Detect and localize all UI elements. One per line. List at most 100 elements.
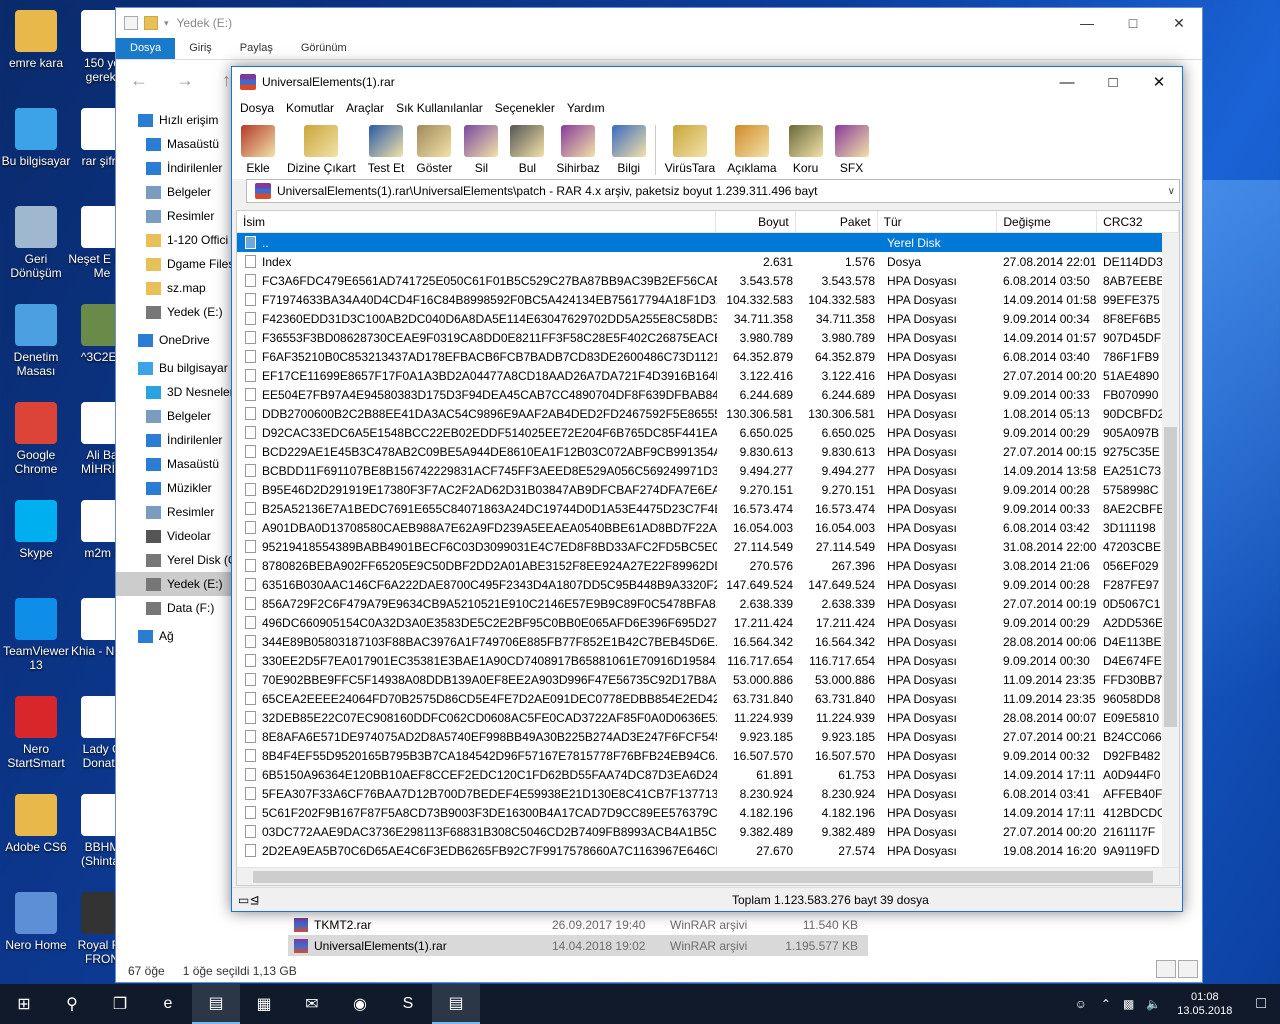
- archive-row[interactable]: 63516B030AAC146CF6A222DAE8700C495F2343D4…: [237, 575, 1179, 594]
- details-view-button[interactable]: [1156, 960, 1176, 978]
- archive-row[interactable]: 330EE2D5F7EA017901EC35381E3BAE1A90CD7408…: [237, 651, 1179, 670]
- nav-item[interactable]: Müzikler: [116, 476, 234, 500]
- taskbar-task-view-button[interactable]: ❐: [96, 984, 144, 1024]
- archive-row[interactable]: A901DBA0D13708580CAEB988A7E62A9FD239A5EE…: [237, 518, 1179, 537]
- archive-row[interactable]: EF17CE11699E8657F17F0A1A3BD2A04477A8CD18…: [237, 366, 1179, 385]
- taskbar-winrar-button[interactable]: ▤: [432, 984, 480, 1024]
- desktop-icon[interactable]: Google Chrome: [0, 402, 72, 476]
- archive-row[interactable]: F6AF35210B0C853213437AD178EFBACB6FCB7BAD…: [237, 347, 1179, 366]
- nav-item[interactable]: OneDrive: [116, 328, 234, 352]
- minimize-button[interactable]: —: [1044, 67, 1090, 97]
- nav-item[interactable]: Yedek (E:): [116, 572, 234, 596]
- archive-row[interactable]: 856A729F2C6F479A79E9634CB9A5210521E910C2…: [237, 594, 1179, 613]
- menu-item[interactable]: Sık Kullanılanlar: [390, 101, 489, 115]
- archive-row[interactable]: 5C61F202F9B167F87F5A8CD73B9003F3DE16300B…: [237, 803, 1179, 822]
- winrar-window[interactable]: UniversalElements(1).rar — □ ✕ Dosya Komu…: [231, 66, 1183, 912]
- archive-row[interactable]: 6B5150A96364E120BB10AEF8CCEF2EDC120C1FD6…: [237, 765, 1179, 784]
- taskbar-mail-button[interactable]: ✉: [288, 984, 336, 1024]
- nav-item[interactable]: Videolar: [116, 524, 234, 548]
- toolbar-button-test[interactable]: Test Et: [365, 125, 408, 175]
- toolbar-button-delete[interactable]: Sil: [461, 125, 501, 175]
- nav-item[interactable]: Belgeler: [116, 404, 234, 428]
- taskbar-edge-button[interactable]: e: [144, 984, 192, 1024]
- toolbar-button-protect[interactable]: Koru: [786, 125, 826, 175]
- menu-item[interactable]: Seçenekler: [489, 101, 561, 115]
- archive-row[interactable]: B95E46D2D291919E17380F3F7AC2F2AD62D31B03…: [237, 480, 1179, 499]
- archive-row[interactable]: 03DC772AAE9DAC3736E298113F68831B308C5046…: [237, 822, 1179, 841]
- nav-item[interactable]: Dgame Files: [116, 252, 234, 276]
- drive-key-icon[interactable]: ▭⊴: [232, 893, 292, 907]
- nav-item[interactable]: Data (F:): [116, 596, 234, 620]
- nav-item[interactable]: Hızlı erişim: [116, 108, 234, 132]
- archive-row[interactable]: BCBDD11F691107BE8B156742229831ACF745FF3A…: [237, 461, 1179, 480]
- taskbar-store-button[interactable]: ▦: [240, 984, 288, 1024]
- nav-item[interactable]: Yedek (E:): [116, 300, 234, 324]
- close-button[interactable]: ✕: [1156, 8, 1202, 38]
- volume-icon[interactable]: 🔈: [1140, 997, 1167, 1011]
- archive-row[interactable]: 8B4F4EF55D9520165B795B3B7CA184542D96F571…: [237, 746, 1179, 765]
- menu-item[interactable]: Araçlar: [340, 101, 390, 115]
- ribbon-tab[interactable]: Dosya: [116, 38, 176, 59]
- archive-row[interactable]: 32DEB85E22C07EC908160DDFC062CD0608AC5FE0…: [237, 708, 1179, 727]
- desktop-icon[interactable]: Nero StartSmart: [0, 696, 72, 770]
- close-button[interactable]: ✕: [1136, 67, 1182, 97]
- nav-item[interactable]: Resimler: [116, 204, 234, 228]
- toolbar-button-add-archive[interactable]: Ekle: [238, 125, 278, 175]
- desktop-icon[interactable]: Nero Home: [0, 892, 72, 952]
- archive-row[interactable]: 95219418554389BABB4901BECF6C03D3099031E4…: [237, 537, 1179, 556]
- desktop-icon[interactable]: Bu bilgisayar: [0, 108, 72, 168]
- archive-row[interactable]: EE504E7FB97A4E94580383D175D3F94DEA45CAB7…: [237, 385, 1179, 404]
- archive-row[interactable]: BCD229AE1E45B3C478AB2C09BE5A944DE8610EA1…: [237, 442, 1179, 461]
- archive-row[interactable]: DDB2700600B2C2B88EE41DA3AC54C9896E9AAF2A…: [237, 404, 1179, 423]
- vertical-scrollbar[interactable]: [1162, 233, 1179, 867]
- taskbar-start-button[interactable]: ⊞: [0, 984, 48, 1024]
- archive-row[interactable]: 344E89B05803187103F88BAC3976A1F749706E88…: [237, 632, 1179, 651]
- menu-item[interactable]: Komutlar: [280, 101, 340, 115]
- archive-row[interactable]: B25A52136E7A1BEDC7691E655C84071863A24DC1…: [237, 499, 1179, 518]
- ribbon-tab[interactable]: Paylaş: [226, 38, 287, 59]
- taskbar-search-button[interactable]: ⚲: [48, 984, 96, 1024]
- nav-item[interactable]: Masaüstü: [116, 452, 234, 476]
- desktop-icon[interactable]: Skype: [0, 500, 72, 560]
- desktop-icon[interactable]: TeamViewer 13: [0, 598, 72, 672]
- archive-row[interactable]: .. Yerel Disk: [237, 233, 1179, 252]
- column-header[interactable]: Tür: [878, 211, 998, 232]
- scrollbar-thumb[interactable]: [1164, 427, 1177, 727]
- forward-arrow-icon[interactable]: →: [176, 70, 194, 91]
- menu-item[interactable]: Yardım: [561, 101, 611, 115]
- taskbar-chrome-button[interactable]: ◉: [336, 984, 384, 1024]
- nav-item[interactable]: Belgeler: [116, 180, 234, 204]
- toolbar-button-comment[interactable]: Açıklama: [724, 125, 779, 175]
- winrar-title-bar[interactable]: UniversalElements(1).rar: [232, 67, 1182, 97]
- archive-path-bar[interactable]: UniversalElements(1).rar\UniversalElemen…: [246, 179, 1180, 203]
- folder-icon[interactable]: [144, 16, 158, 30]
- archive-row[interactable]: 2D2EA9EA5B70C6D65AE4C6F3EDB6265FB92C7F99…: [237, 841, 1179, 860]
- notifications-icon[interactable]: □: [1242, 995, 1280, 1013]
- chevron-up-icon[interactable]: ⌃: [1095, 997, 1117, 1011]
- archive-row[interactable]: F36553F3BD08628730CEAE9F0319CA8DD0E8211F…: [237, 328, 1179, 347]
- column-header[interactable]: Paket: [796, 211, 878, 232]
- toolbar-button-extract-to[interactable]: Dizine Çıkart: [284, 125, 359, 175]
- file-row[interactable]: UniversalElements(1).rar 14.04.2018 19:02…: [288, 935, 868, 956]
- desktop-icon[interactable]: Geri Dönüşüm: [0, 206, 72, 280]
- nav-item[interactable]: 1-120 Offici: [116, 228, 234, 252]
- taskbar-file-explorer-button[interactable]: ▤: [192, 984, 240, 1024]
- file-row[interactable]: TKMT2.rar 26.09.2017 19:40 WinRAR arşivi 11…: [288, 914, 868, 935]
- ribbon-tab[interactable]: Giriş: [175, 38, 226, 59]
- clock[interactable]: 01:08 13.05.2018: [1167, 990, 1242, 1018]
- archive-row[interactable]: 65CEA2EEEE24064FD70B2575D86CD5E4FE7D2AE0…: [237, 689, 1179, 708]
- quick-access-toolbar-icon[interactable]: [124, 16, 138, 30]
- toolbar-button-wizard[interactable]: Sihirbaz: [553, 125, 602, 175]
- toolbar-button-sfx[interactable]: SFX: [832, 125, 872, 175]
- desktop-icon[interactable]: Denetim Masası: [0, 304, 72, 378]
- toolbar-button-view[interactable]: Göster: [413, 125, 455, 175]
- nav-item[interactable]: Bu bilgisayar: [116, 356, 234, 380]
- toolbar-button-info[interactable]: Bilgi: [609, 125, 649, 175]
- up-arrow-icon[interactable]: ↑: [222, 70, 231, 91]
- nav-item[interactable]: İndirilenler: [116, 428, 234, 452]
- large-icons-view-button[interactable]: [1178, 960, 1198, 978]
- archive-row[interactable]: F71974633BA34A40D4CD4F16C84B8998592F0BC5…: [237, 290, 1179, 309]
- column-header[interactable]: CRC32: [1097, 211, 1179, 232]
- taskbar-skype-button[interactable]: S: [384, 984, 432, 1024]
- archive-row[interactable]: F42360EDD31D3C100AB2DC040D6A8DA5E114E630…: [237, 309, 1179, 328]
